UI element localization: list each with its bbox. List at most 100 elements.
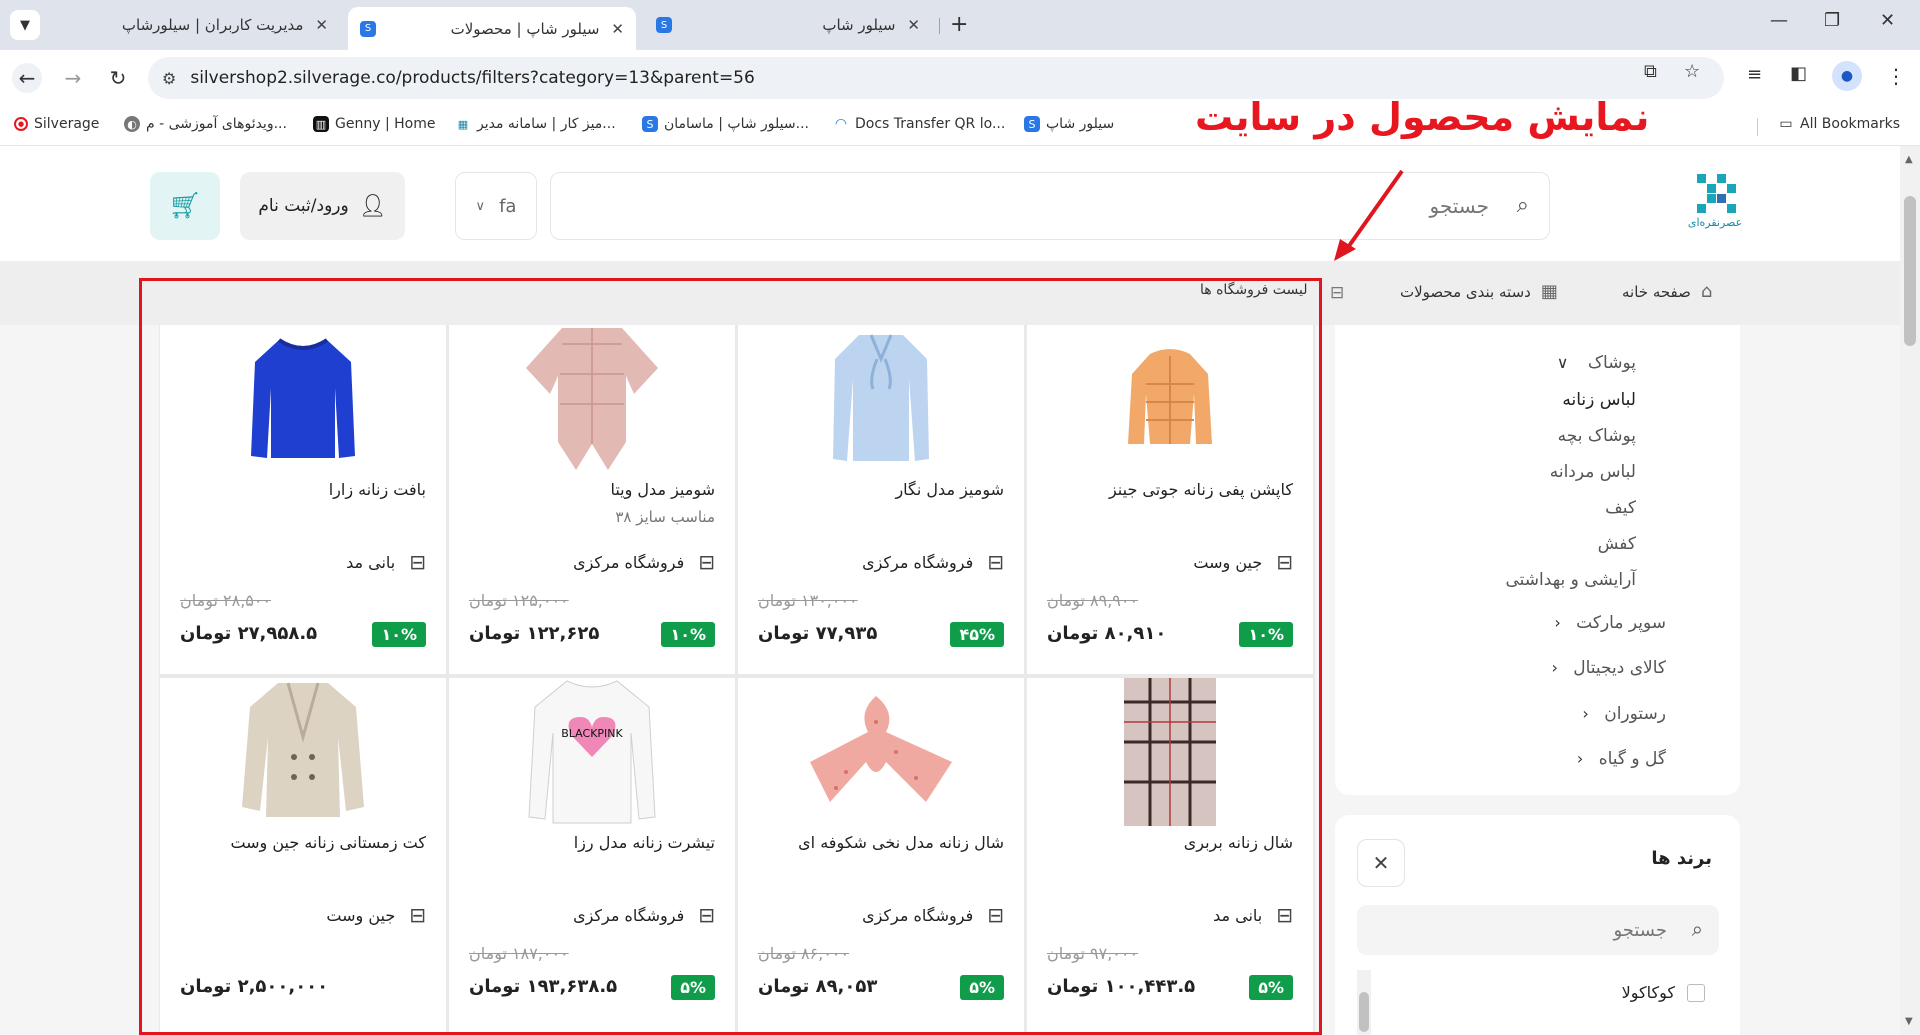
scroll-down-icon[interactable]: ▼ xyxy=(1905,1016,1913,1027)
product-image[interactable] xyxy=(492,325,692,473)
subcategory-shoes[interactable]: کفش xyxy=(1335,534,1740,554)
bookmark-silvershop-masaman[interactable]: S سیلور شاپ | ماسامان... xyxy=(642,116,809,132)
scroll-up-icon[interactable]: ▲ xyxy=(1905,154,1913,165)
product-card[interactable]: BLACKPINK تیشرت زنانه مدل رزا ⊟ فروشگاه مرک… xyxy=(449,678,735,1035)
product-card[interactable]: شومیز مدل ویتا مناسب سایز ۳۸ ⊟ فروشگاه مرکز… xyxy=(449,325,735,674)
brand-list-scrollbar[interactable] xyxy=(1357,970,1371,1035)
all-bookmarks[interactable]: ▭ All Bookmarks xyxy=(1778,116,1900,132)
bookmark-work-desk[interactable]: ▦ میز کار | سامانه مدیر... xyxy=(455,116,616,132)
product-image[interactable] xyxy=(203,678,403,826)
install-app-icon[interactable]: ⧉ xyxy=(1644,61,1657,82)
subcategory-cosmetics[interactable]: آرایشی و بهداشتی xyxy=(1335,570,1740,590)
product-store[interactable]: ⊟ فروشگاه مرکزی xyxy=(862,903,1004,927)
browser-tab-silvershop[interactable]: S سیلور شاپ ✕ xyxy=(644,7,932,43)
bookmark-star-icon[interactable]: ☆ xyxy=(1684,61,1700,82)
product-card[interactable]: شال زنانه مدل نخی شکوفه ای ⊟ فروشگاه مرکزی… xyxy=(738,678,1024,1035)
login-register-button[interactable]: 👤︎ ورود/ثبت نام xyxy=(240,172,405,240)
product-name[interactable]: بافت زنانه زارا xyxy=(166,480,426,499)
reload-icon[interactable]: ↻ xyxy=(103,63,133,93)
category-clothing[interactable]: پوشاک ∨ xyxy=(1335,353,1740,373)
new-tab-plus-icon[interactable]: + xyxy=(950,12,968,37)
bookmark-docs-transfer[interactable]: ◠ Docs Transfer QR lo... xyxy=(833,116,1005,132)
product-name[interactable]: شومیز مدل ویتا xyxy=(455,480,715,499)
product-price: ۱۰۰,۴۴۳.۵ تومان xyxy=(1047,976,1196,997)
product-card[interactable]: کاپشن پفی زنانه جوتی جینز ⊟ جین وست ۸۹,۹۰۰ … xyxy=(1027,325,1313,674)
minimize-icon[interactable]: — xyxy=(1770,10,1788,31)
nav-store-list[interactable]: لیست فروشگاه ها xyxy=(1200,282,1308,298)
product-store[interactable]: ⊟ فروشگاه مرکزی xyxy=(573,903,715,927)
product-name[interactable]: شال زنانه مدل نخی شکوفه ای xyxy=(744,833,1004,852)
product-price: ۸۹,۰۵۳ تومان xyxy=(758,976,878,997)
side-panel-icon[interactable]: ◧ xyxy=(1790,63,1807,84)
subcategory-kids-clothing[interactable]: پوشاک بچه xyxy=(1335,426,1740,446)
tab-search-chevron-icon[interactable]: ▼ xyxy=(10,10,40,40)
product-image[interactable] xyxy=(203,325,403,473)
brand-search-box[interactable]: ⌕ xyxy=(1357,905,1719,955)
product-store[interactable]: ⊟ فروشگاه مرکزی xyxy=(862,550,1004,574)
product-card[interactable]: شومیز مدل نگار ⊟ فروشگاه مرکزی ۱۳۰,۰۰۰ توما… xyxy=(738,325,1024,674)
subcategory-bags[interactable]: کیف xyxy=(1335,498,1740,518)
product-card[interactable]: شال زنانه بربری ⊟ بانی مد ۹۷,۰۰۰ تومان ۱۰۰,۴… xyxy=(1027,678,1313,1035)
product-image[interactable] xyxy=(781,325,981,473)
product-name[interactable]: تیشرت زنانه مدل رزا xyxy=(455,833,715,852)
old-price: ۹۷,۰۰۰ تومان xyxy=(1047,944,1139,963)
product-image[interactable]: BLACKPINK xyxy=(492,678,692,826)
language-select[interactable]: ∨ fa xyxy=(455,172,537,240)
category-supermarket[interactable]: سوپر مارکت ‹ xyxy=(1335,613,1740,633)
product-image[interactable] xyxy=(1070,325,1270,473)
back-arrow-icon[interactable]: ← xyxy=(12,63,42,93)
brand-search-input[interactable] xyxy=(1417,918,1667,942)
browser-tab-user-management[interactable]: ▦ مدیریت کاربران | سیلورشاپ ✕ xyxy=(60,7,340,348)
close-icon[interactable]: ✕ xyxy=(907,16,920,34)
close-icon[interactable]: ✕ xyxy=(1357,839,1405,887)
profile-avatar-icon[interactable]: ● xyxy=(1832,61,1862,91)
site-header: عصرنقره‌ای ⌕ ∨ fa 👤︎ ورود/ثبت نام 🛒︎ xyxy=(0,146,1900,261)
category-digital[interactable]: کالای دیجیتال ‹ xyxy=(1335,658,1740,678)
brand-option[interactable]: کوکاکولا xyxy=(1622,983,1705,1002)
brand-checkbox[interactable] xyxy=(1687,983,1705,1002)
bookmark-silvershop[interactable]: S سیلور شاپ xyxy=(1024,116,1114,132)
browser-tab-products[interactable]: S سیلور شاپ | محصولات ✕ xyxy=(348,7,636,50)
product-store[interactable]: ⊟ بانی مد xyxy=(346,550,426,574)
home-icon: ⌂ xyxy=(1700,281,1713,302)
nav-categories[interactable]: ▦ دسته بندی محصولات xyxy=(1400,281,1558,302)
search-icon[interactable]: ⌕ xyxy=(1692,917,1703,941)
site-logo[interactable]: عصرنقره‌ای xyxy=(1675,174,1755,234)
browser-menu-icon[interactable]: ⋮ xyxy=(1886,64,1906,88)
product-name[interactable]: کت زمستانی زنانه جین وست xyxy=(166,833,426,852)
product-card[interactable]: کت زمستانی زنانه جین وست ⊟ جین وست ۲,۵۰۰,۰۰… xyxy=(160,678,446,1035)
site-settings-icon[interactable]: ⚙ xyxy=(162,69,176,88)
category-flowers[interactable]: گل و گیاه ‹ xyxy=(1335,749,1740,769)
product-image[interactable] xyxy=(781,678,981,826)
product-store[interactable]: ⊟ فروشگاه مرکزی xyxy=(573,550,715,574)
tab-title: مدیریت کاربران | سیلورشاپ xyxy=(121,16,304,34)
scrollbar-thumb[interactable] xyxy=(1904,196,1916,346)
nav-home[interactable]: ⌂ صفحه خانه xyxy=(1622,281,1712,302)
product-store[interactable]: ⊟ جین وست xyxy=(1193,550,1293,574)
close-icon[interactable]: ✕ xyxy=(315,16,328,34)
url-text[interactable]: silvershop2.silverage.co/products/filter… xyxy=(190,68,754,88)
page-scrollbar[interactable]: ▲ ▼ xyxy=(1900,146,1920,1035)
forward-arrow-icon[interactable]: → xyxy=(58,63,88,93)
media-control-icon[interactable]: ≡ xyxy=(1747,64,1762,85)
product-name[interactable]: شال زنانه بربری xyxy=(1033,833,1293,852)
product-image[interactable] xyxy=(1070,678,1270,826)
product-name[interactable]: کاپشن پفی زنانه جوتی جینز xyxy=(1033,480,1293,499)
bookmark-genny[interactable]: ▥ Genny | Home xyxy=(313,116,435,132)
bookmark-silverage[interactable]: ● Silverage xyxy=(14,116,99,132)
store-name: فروشگاه مرکزی xyxy=(862,905,974,925)
cart-button[interactable]: 🛒︎ xyxy=(150,172,220,240)
category-restaurant[interactable]: رستوران ‹ xyxy=(1335,704,1740,724)
omnibox[interactable]: ⚙ silvershop2.silverage.co/products/filt… xyxy=(148,57,1724,99)
search-icon[interactable]: ⌕ xyxy=(1517,193,1529,218)
bookmark-training-videos[interactable]: ◐ ویدئوهای آموزشی - م... xyxy=(124,116,287,132)
product-store[interactable]: ⊟ جین وست xyxy=(326,903,426,927)
product-name[interactable]: شومیز مدل نگار xyxy=(744,480,1004,499)
subcategory-mens-clothing[interactable]: لباس مردانه xyxy=(1335,462,1740,482)
subcategory-womens-clothing[interactable]: لباس زنانه xyxy=(1335,390,1740,410)
product-card[interactable]: بافت زنانه زارا ⊟ بانی مد ۲۸,۵۰۰ تومان ۲۷,۹۵… xyxy=(160,325,446,674)
product-store[interactable]: ⊟ بانی مد xyxy=(1213,903,1293,927)
restore-icon[interactable]: ❐ xyxy=(1824,10,1840,31)
window-close-icon[interactable]: ✕ xyxy=(1880,10,1895,31)
close-icon[interactable]: ✕ xyxy=(611,20,624,38)
